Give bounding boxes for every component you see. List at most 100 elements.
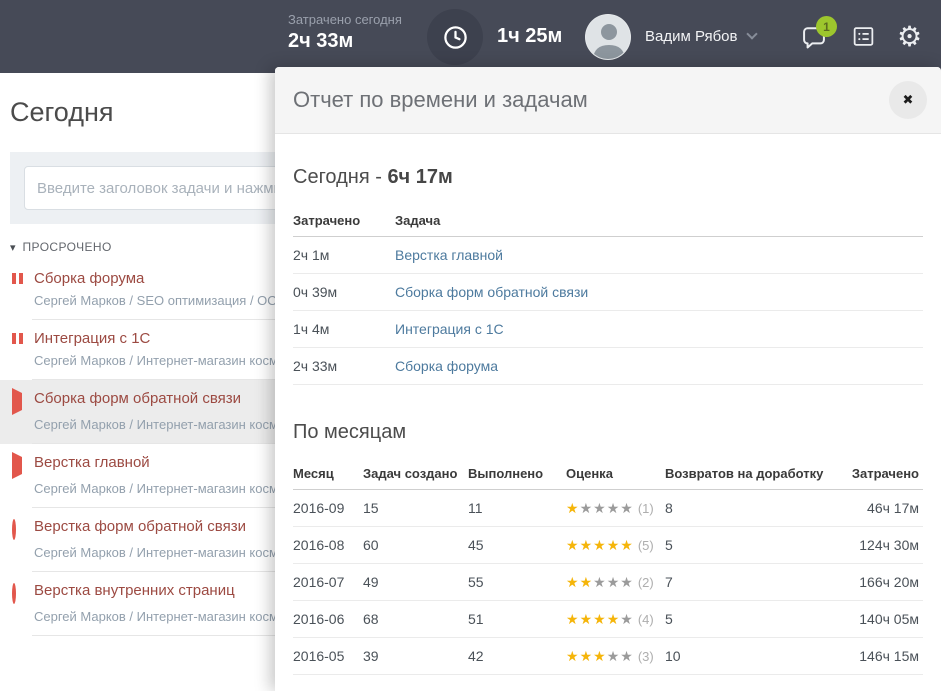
today-section-heading: Сегодня - 6ч 17м xyxy=(293,166,923,189)
report-panel-body: Сегодня - 6ч 17м Затрачено Задача 2ч 1мВ… xyxy=(275,134,941,675)
task-link[interactable]: Интеграция с 1С xyxy=(395,321,923,337)
star-filled-icon: ★ xyxy=(607,538,621,554)
star-filled-icon: ★ xyxy=(566,538,580,554)
created-cell: 39 xyxy=(363,648,468,664)
spent-today-label: Затрачено сегодня xyxy=(288,12,402,27)
task-link[interactable]: Сборка форума xyxy=(395,358,923,374)
timer-button[interactable] xyxy=(427,9,483,65)
star-filled-icon: ★ xyxy=(580,575,594,591)
column-header-task: Задача xyxy=(395,213,923,228)
today-table-rows: 2ч 1мВерстка главной 0ч 39мСборка форм об… xyxy=(293,237,923,385)
rating-cell: ★★★★★ (3) xyxy=(566,648,665,665)
column-header-created: Задач создано xyxy=(363,466,468,481)
settings-button[interactable]: ⚙ xyxy=(897,0,922,73)
column-header-rating: Оценка xyxy=(566,466,665,481)
star-filled-icon: ★ xyxy=(566,649,580,665)
rating-count: (4) xyxy=(638,612,654,627)
months-table-row: 2016-074955★★★★★(2)7166ч 20м xyxy=(293,564,923,601)
rating-cell: ★★★★★(2) xyxy=(566,574,665,591)
pause-icon[interactable] xyxy=(12,273,34,284)
user-name: Вадим Рябов xyxy=(645,28,738,45)
rating-cell: ★★★★★(5) xyxy=(566,537,665,554)
spent-total-cell: 124ч 30м xyxy=(836,537,923,553)
star-empty-icon: ★ xyxy=(620,575,634,591)
month-cell: 2016-07 xyxy=(293,574,363,590)
star-rating-icon: ★★★★★ xyxy=(566,538,634,554)
close-button[interactable]: ✖ xyxy=(889,81,927,119)
today-table-row: 1ч 4мИнтеграция с 1С xyxy=(293,311,923,348)
star-rating-icon: ★★★★★ xyxy=(566,612,634,628)
report-panel: Отчет по времени и задачам ✖ Сегодня - 6… xyxy=(275,67,941,691)
circle-status-icon[interactable] xyxy=(12,519,16,540)
star-filled-icon: ★ xyxy=(566,612,580,628)
months-table-row: 2016-053942★★★★★(3)10146ч 15м xyxy=(293,638,923,675)
user-menu[interactable]: Вадим Рябов xyxy=(645,0,756,73)
star-empty-icon: ★ xyxy=(607,501,621,517)
circle-status-icon[interactable] xyxy=(12,583,16,604)
column-header-month: Месяц xyxy=(293,466,363,481)
spent-cell: 2ч 33м xyxy=(293,358,395,374)
avatar[interactable] xyxy=(585,14,631,60)
task-title[interactable]: Верстка форм обратной связи xyxy=(34,518,246,535)
done-cell: 51 xyxy=(468,611,566,627)
spent-today-block: Затрачено сегодня 2ч 33м xyxy=(288,12,402,53)
rating-cell: ★★★★★(1) xyxy=(566,500,665,517)
play-icon[interactable] xyxy=(12,388,22,415)
star-empty-icon: ★ xyxy=(620,649,634,665)
star-rating-icon: ★★★★★ xyxy=(566,501,634,517)
spent-today-value: 2ч 33м xyxy=(288,30,402,53)
today-table: Затрачено Задача 2ч 1мВерстка главной 0ч … xyxy=(293,205,923,385)
column-header-done: Выполнено xyxy=(468,466,566,481)
task-title[interactable]: Сборка форума xyxy=(34,270,144,287)
star-empty-icon: ★ xyxy=(620,501,634,517)
returns-cell: 5 xyxy=(665,537,836,553)
task-status-cell xyxy=(12,582,34,603)
months-table: Месяц Задач создано Выполнено Оценка Воз… xyxy=(293,458,923,675)
star-rating-icon: ★★★★★ xyxy=(566,649,634,665)
returns-cell: 10 xyxy=(665,648,836,664)
months-section-heading: По месяцам xyxy=(293,421,923,444)
done-cell: 11 xyxy=(468,500,566,516)
collapse-triangle-icon: ▾ xyxy=(10,241,16,254)
star-filled-icon: ★ xyxy=(580,612,594,628)
today-table-row: 2ч 1мВерстка главной xyxy=(293,237,923,274)
task-title[interactable]: Интеграция с 1С xyxy=(34,330,150,347)
star-empty-icon: ★ xyxy=(593,501,607,517)
created-cell: 15 xyxy=(363,500,468,516)
task-title[interactable]: Верстка главной xyxy=(34,454,150,471)
chat-badge: 1 xyxy=(816,16,837,37)
spent-cell: 2ч 1м xyxy=(293,247,395,263)
months-table-row: 2016-066851★★★★★(4)5140ч 05м xyxy=(293,601,923,638)
created-cell: 49 xyxy=(363,574,468,590)
column-header-returns: Возвратов на доработку xyxy=(665,466,836,481)
star-empty-icon: ★ xyxy=(593,575,607,591)
month-cell: 2016-05 xyxy=(293,648,363,664)
task-title[interactable]: Сборка форм обратной связи xyxy=(34,390,241,407)
pause-icon[interactable] xyxy=(12,333,34,344)
task-title[interactable]: Верстка внутренних страниц xyxy=(34,582,235,599)
returns-cell: 5 xyxy=(665,611,836,627)
returns-cell: 7 xyxy=(665,574,836,590)
today-table-row: 2ч 33мСборка форума xyxy=(293,348,923,385)
rating-count: (3) xyxy=(638,649,654,664)
task-status-cell xyxy=(12,270,34,284)
reports-button[interactable] xyxy=(851,0,876,73)
star-empty-icon: ★ xyxy=(620,612,634,628)
star-empty-icon: ★ xyxy=(607,649,621,665)
today-table-header-row: Затрачено Задача xyxy=(293,205,923,237)
today-total-time: 6ч 17м xyxy=(387,166,452,188)
rating-count: (2) xyxy=(638,575,654,590)
top-header-bar: Затрачено сегодня 2ч 33м 1ч 25м Вадим Ря… xyxy=(0,0,941,73)
current-task-timer: 1ч 25м xyxy=(497,0,562,73)
chat-button[interactable]: 1 xyxy=(800,0,828,73)
play-icon[interactable] xyxy=(12,452,22,479)
months-table-rows: 2016-091511★★★★★(1)846ч 17м2016-086045★★… xyxy=(293,490,923,675)
returns-cell: 8 xyxy=(665,500,836,516)
spent-total-cell: 46ч 17м xyxy=(836,500,923,516)
months-table-row: 2016-086045★★★★★(5)5124ч 30м xyxy=(293,527,923,564)
task-link[interactable]: Сборка форм обратной связи xyxy=(395,284,923,300)
task-link[interactable]: Верстка главной xyxy=(395,247,923,263)
spent-cell: 0ч 39м xyxy=(293,284,395,300)
spent-total-cell: 166ч 20м xyxy=(836,574,923,590)
report-icon xyxy=(851,24,876,49)
